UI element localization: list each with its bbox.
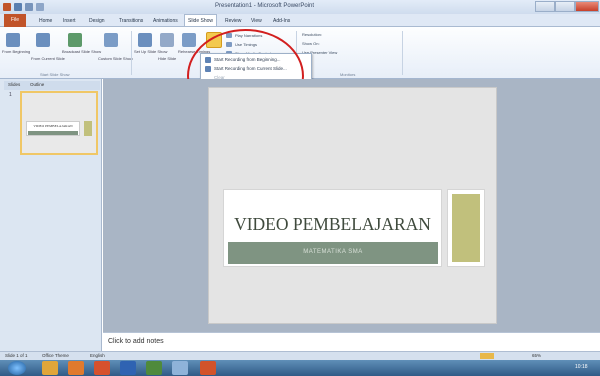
view-normal-icon[interactable]	[480, 353, 494, 359]
tab-animations[interactable]: Animations	[150, 15, 181, 27]
set-up-icon[interactable]	[138, 33, 152, 47]
zoom-level[interactable]: 65%	[532, 353, 541, 358]
slide-thumbnail[interactable]: VIDEO PEMBELAJARAN	[20, 91, 98, 155]
rehearse-icon[interactable]	[182, 33, 196, 47]
hide-slide-icon[interactable]	[160, 33, 174, 47]
start-button-icon[interactable]	[8, 361, 26, 375]
tab-slide-show[interactable]: Slide Show	[184, 14, 218, 26]
taskbar-excel-icon[interactable]	[146, 361, 162, 375]
tab-outline[interactable]: Outline	[30, 82, 44, 87]
clock: 10:18	[575, 364, 588, 370]
thumb-title: VIDEO PEMBELAJARAN	[33, 124, 73, 128]
language[interactable]: English	[90, 353, 105, 358]
close-button[interactable]	[575, 1, 599, 12]
custom-show-icon[interactable]	[104, 33, 118, 47]
maximize-button[interactable]	[555, 1, 575, 12]
tab-slides[interactable]: Slides	[8, 82, 20, 87]
custom-show-label: Custom Slide Show	[98, 56, 133, 61]
tab-file[interactable]: File	[4, 14, 26, 27]
taskbar-powerpoint-icon[interactable]	[200, 361, 216, 375]
slide-accent-block	[452, 194, 480, 262]
group-start-slide-show: Start Slide Show	[40, 72, 70, 77]
status-bar: Slide 1 of 1 Office Theme English 65%	[0, 351, 600, 360]
title-bar: Presentation1 - Microsoft PowerPoint	[0, 0, 600, 14]
set-up-label: Set Up Slide Show	[134, 49, 168, 54]
window-title: Presentation1 - Microsoft PowerPoint	[215, 3, 315, 9]
group-separator	[131, 31, 132, 75]
from-current-slide-icon[interactable]	[36, 33, 50, 47]
taskbar-app-icon[interactable]	[172, 361, 188, 375]
tab-insert[interactable]: Insert	[60, 15, 79, 27]
thumb-accent	[84, 121, 92, 136]
notes-placeholder: Click to add notes	[108, 338, 164, 345]
resolution-label: Resolution:	[302, 32, 323, 37]
show-on-label: Show On:	[302, 41, 320, 46]
redo-icon[interactable]	[36, 3, 44, 11]
slide-title: VIDEO PEMBELAJARAN	[234, 214, 431, 234]
from-beginning-icon[interactable]	[6, 33, 20, 47]
tab-transitions[interactable]: Transitions	[116, 15, 146, 27]
group-separator	[402, 31, 403, 75]
tab-review[interactable]: Review	[222, 15, 244, 27]
undo-icon[interactable]	[25, 3, 33, 11]
taskbar-explorer-icon[interactable]	[42, 361, 58, 375]
theme-name: Office Theme	[42, 353, 69, 358]
slide-subtitle: MATEMATIKA SMA	[303, 249, 363, 255]
slide-info: Slide 1 of 1	[5, 353, 28, 358]
tab-design[interactable]: Design	[86, 15, 108, 27]
minimize-button[interactable]	[535, 1, 555, 12]
thumb-subtitle-bar	[28, 131, 78, 135]
broadcast-icon[interactable]	[68, 33, 82, 47]
taskbar	[0, 360, 600, 376]
from-current-slide-label: From Current Slide	[31, 56, 65, 61]
hide-slide-label: Hide Slide	[158, 56, 177, 61]
tab-view[interactable]: View	[248, 15, 265, 27]
from-beginning-label: From Beginning	[2, 49, 31, 54]
slide-number: 1	[9, 92, 12, 98]
taskbar-word-icon[interactable]	[120, 361, 136, 375]
panel-tabs: Slides Outline	[4, 81, 100, 90]
taskbar-app-icon[interactable]	[94, 361, 110, 375]
save-icon[interactable]	[14, 3, 22, 11]
group-monitors: Monitors	[340, 72, 356, 77]
tab-add-ins[interactable]: Add-Ins	[270, 15, 293, 27]
broadcast-label: Broadcast Slide Show	[62, 49, 102, 54]
app-icon[interactable]	[3, 3, 11, 11]
taskbar-media-icon[interactable]	[68, 361, 84, 375]
tab-home[interactable]: Home	[36, 15, 55, 27]
notes-pane[interactable]	[103, 332, 600, 351]
